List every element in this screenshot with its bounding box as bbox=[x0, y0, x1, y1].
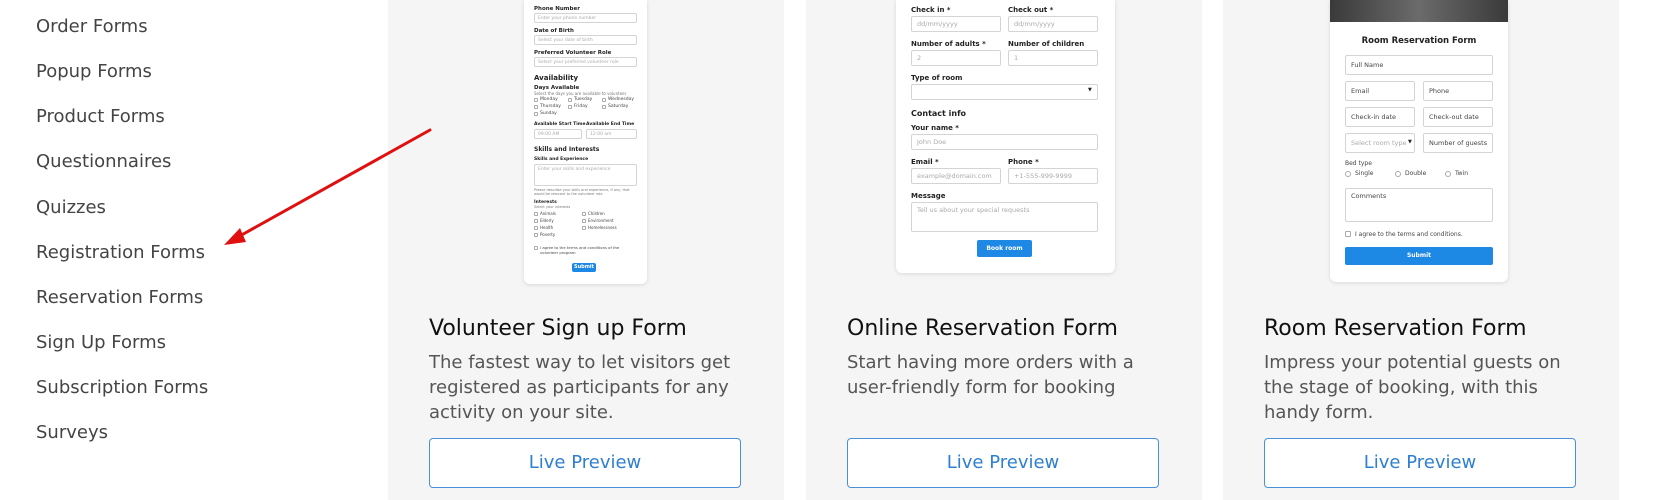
room-submit-button: Submit bbox=[1345, 247, 1493, 265]
card-title: Room Reservation Form bbox=[1264, 316, 1527, 341]
sidebar-item-popup-forms[interactable]: Popup Forms bbox=[36, 60, 152, 84]
live-preview-button[interactable]: Live Preview bbox=[847, 438, 1159, 488]
card-title: Online Reservation Form bbox=[847, 316, 1118, 341]
card-description: The fastest way to let visitors get regi… bbox=[429, 352, 731, 423]
card-description: Start having more orders with a user-fri… bbox=[847, 352, 1134, 398]
chevron-down-icon: ▼ bbox=[1408, 139, 1412, 145]
sidebar-item-reservation-forms[interactable]: Reservation Forms bbox=[36, 286, 203, 310]
online-reservation-form-thumbnail[interactable]: Check in * Check out * dd/mm/yyyy dd/mm/… bbox=[896, 0, 1115, 273]
sidebar-item-quizzes[interactable]: Quizzes bbox=[36, 196, 106, 220]
sidebar-item-subscription-forms[interactable]: Subscription Forms bbox=[36, 376, 208, 400]
sidebar-item-order-forms[interactable]: Order Forms bbox=[36, 15, 148, 39]
form-category-sidebar: Order Forms Popup Forms Product Forms Qu… bbox=[0, 0, 380, 500]
card-description: Impress your potential guests on the sta… bbox=[1264, 352, 1561, 423]
sidebar-item-sign-up-forms[interactable]: Sign Up Forms bbox=[36, 331, 166, 355]
book-room-button: Book room bbox=[977, 240, 1032, 257]
template-card-volunteer: Phone Number Enter your phone number Dat… bbox=[388, 0, 784, 500]
template-card-online-reservation: Check in * Check out * dd/mm/yyyy dd/mm/… bbox=[806, 0, 1202, 500]
sidebar-item-questionnaires[interactable]: Questionnaires bbox=[36, 150, 171, 174]
sidebar-item-product-forms[interactable]: Product Forms bbox=[36, 105, 165, 129]
room-type-select bbox=[911, 84, 1098, 100]
live-preview-button[interactable]: Live Preview bbox=[429, 438, 741, 488]
sidebar-item-registration-forms[interactable]: Registration Forms bbox=[36, 241, 205, 265]
room-reservation-form-thumbnail[interactable]: Room Reservation Form Full Name Email Ph… bbox=[1330, 0, 1508, 282]
template-card-room-reservation: Room Reservation Form Full Name Email Ph… bbox=[1223, 0, 1619, 500]
sidebar-item-surveys[interactable]: Surveys bbox=[36, 421, 108, 445]
chevron-down-icon: ▼ bbox=[1088, 87, 1092, 93]
live-preview-button[interactable]: Live Preview bbox=[1264, 438, 1576, 488]
card-title: Volunteer Sign up Form bbox=[429, 316, 687, 341]
volunteer-submit-button: Submit bbox=[572, 263, 596, 272]
volunteer-form-thumbnail[interactable]: Phone Number Enter your phone number Dat… bbox=[524, 0, 647, 284]
